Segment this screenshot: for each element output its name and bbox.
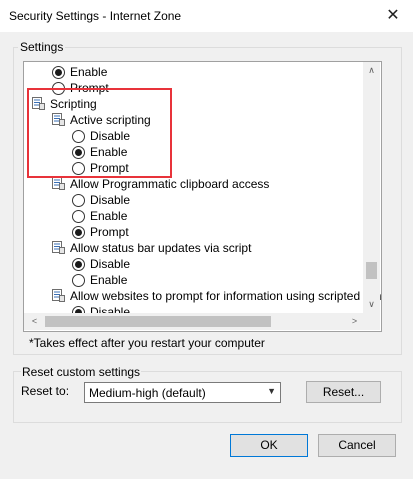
close-icon[interactable]: ✕ [375,2,411,30]
highlight-box [27,88,172,178]
settings-group-icon [52,177,65,190]
scroll-up-arrow-icon[interactable]: ∧ [363,62,380,79]
option-label: Enable [70,65,108,79]
radio-button[interactable] [72,210,85,223]
chevron-down-icon: ▼ [267,386,276,396]
option-label: Enable [90,209,128,223]
group-label: Allow websites to prompt for information… [70,289,382,303]
scrollbar-corner [363,313,380,330]
option-label: Enable [90,273,128,287]
reset-to-label: Reset to: [21,384,70,398]
restart-note: *Takes effect after you restart your com… [29,336,265,350]
settings-label: Settings [18,40,66,54]
option-label: Disable [90,193,131,207]
title-bar: Security Settings - Internet Zone ✕ [0,0,413,32]
radio-button[interactable] [72,194,85,207]
scroll-right-arrow-icon[interactable]: > [346,313,363,330]
cancel-button[interactable]: Cancel [318,434,396,457]
reset-custom-label: Reset custom settings [21,365,142,379]
reset-button[interactable]: Reset... [306,381,381,403]
option-label: Disable [90,257,131,271]
reset-level-dropdown[interactable]: Medium-high (default) ▼ [84,382,281,403]
radio-button[interactable] [72,226,85,239]
window-title: Security Settings - Internet Zone [9,9,182,23]
radio-button[interactable] [72,274,85,287]
settings-group-icon [52,241,65,254]
scroll-down-arrow-icon[interactable]: ∨ [363,296,380,313]
reset-level-value: Medium-high (default) [89,386,206,400]
ok-button[interactable]: OK [230,434,308,457]
horizontal-scroll-thumb[interactable] [45,316,271,327]
group-label: Allow status bar updates via script [70,241,252,255]
scroll-left-arrow-icon[interactable]: < [26,313,43,330]
vertical-scroll-thumb[interactable] [366,262,377,279]
group-label: Allow Programmatic clipboard access [70,177,270,191]
option-label: Prompt [90,225,129,239]
settings-group-icon [52,289,65,302]
radio-button[interactable] [72,258,85,271]
radio-button[interactable] [52,66,65,79]
